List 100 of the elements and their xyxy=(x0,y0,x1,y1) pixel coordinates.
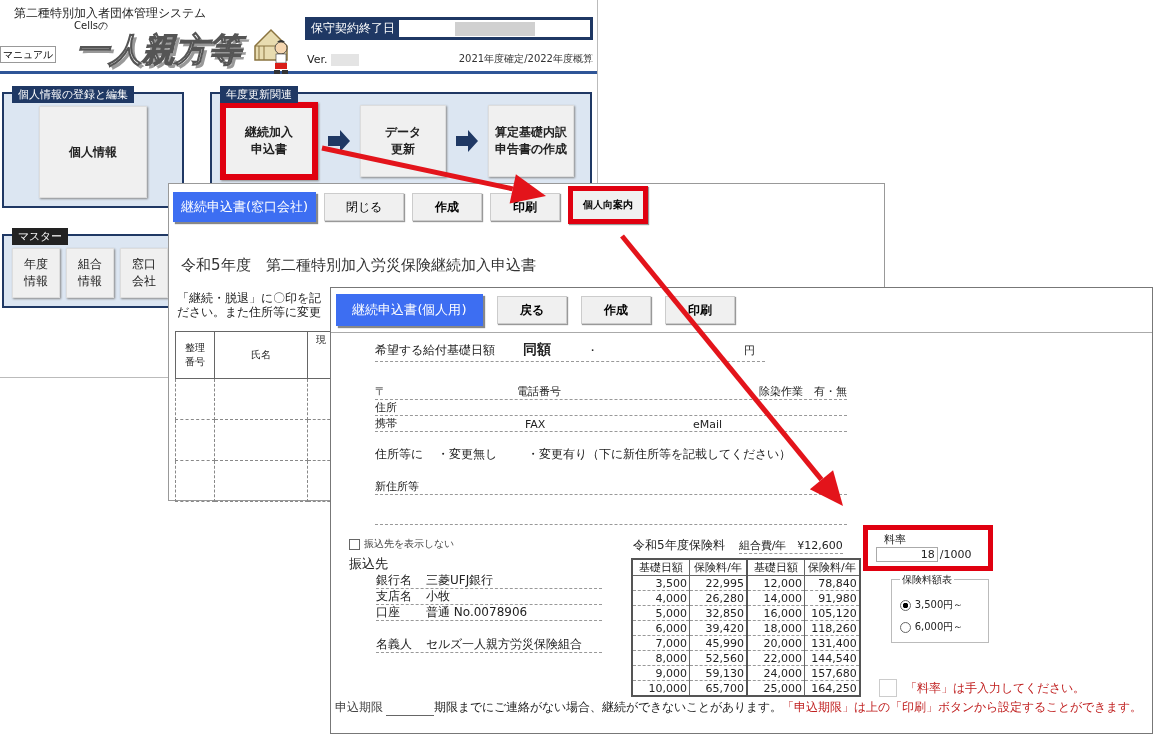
group-title: マスター xyxy=(12,228,68,245)
deadline-note: 期限までにご連絡がない場合、継続ができないことがあります。 xyxy=(434,699,782,716)
table-cell: 3,500 xyxy=(632,575,690,591)
checkbox-label: 振込先を表示しない xyxy=(364,537,454,551)
right-arrow-icon xyxy=(328,130,350,152)
table-cell: 18,000 xyxy=(747,620,805,636)
menu-button[interactable]: 窓口 会社 xyxy=(120,248,168,298)
manual-button[interactable]: マニュアル xyxy=(0,46,56,63)
table-cell: 14,000 xyxy=(747,590,805,606)
table-cell: 59,130 xyxy=(689,665,747,681)
instruction-text: ださい。また住所等に変更 xyxy=(177,305,321,319)
menu-button[interactable]: 算定基礎内訳 申告書の作成 xyxy=(488,105,574,177)
field-label: 名義人 xyxy=(376,637,413,652)
logo-title: 一人親方等 xyxy=(74,31,249,73)
form-label: 携帯 xyxy=(375,416,398,431)
union-fee-text: 組合費/年 ¥12,600 xyxy=(738,538,843,554)
brand-prefix: Cellsの xyxy=(74,20,109,31)
menu-button[interactable]: 継続加入 申込書 xyxy=(220,102,318,180)
table-cell: 164,250 xyxy=(804,680,860,696)
radio-label: 3,500円～ xyxy=(914,598,964,612)
form-label: ・変更無し xyxy=(437,446,498,463)
benefit-label: 希望する給付基礎日額 xyxy=(375,342,495,359)
toolbar-button[interactable]: 印刷 xyxy=(665,296,735,324)
form-label: FAX xyxy=(525,418,547,431)
table-cell: 45,990 xyxy=(689,635,747,651)
radio-button[interactable] xyxy=(899,599,911,611)
blurred-version xyxy=(331,54,360,66)
group-title: 年度更新関連 xyxy=(220,86,298,103)
premium-title: 令和5年度保険料 xyxy=(633,537,725,554)
table-cell: 157,680 xyxy=(804,665,860,681)
field-label: 支店名 xyxy=(376,589,413,604)
window-title: 継続申込書(窓口会社) xyxy=(173,192,317,222)
form-label: 新住所等 xyxy=(375,479,420,494)
rate-note: 「料率」は手入力してください。 xyxy=(904,679,1085,697)
field-value: 普通 No.0078906 xyxy=(426,605,528,620)
form-label: eMail xyxy=(693,418,724,431)
column-header: 基礎日額 xyxy=(632,559,690,576)
field-value: セルズ一人親方労災保険組合 xyxy=(426,637,582,652)
form-label: ・変更有り（下に新住所等を記載してください） xyxy=(527,446,792,463)
field-value: 三菱UFJ銀行 xyxy=(426,573,494,588)
table-cell: 65,700 xyxy=(689,680,747,696)
benefit-value: 同額 xyxy=(523,341,551,359)
table-cell: 20,000 xyxy=(747,635,805,651)
toolbar-button[interactable]: 作成 xyxy=(412,193,483,221)
menu-button[interactable]: 年度 情報 xyxy=(12,248,60,298)
table-cell: 131,400 xyxy=(804,635,860,651)
version-label: Ver. xyxy=(307,53,328,66)
blank-box xyxy=(878,679,897,697)
system-name: 第二種特別加入者団体管理システム xyxy=(14,6,207,20)
table-cell: 25,000 xyxy=(747,680,805,696)
table-cell: 118,260 xyxy=(804,620,860,636)
menu-button[interactable]: データ 更新 xyxy=(360,105,446,177)
table-cell: 9,000 xyxy=(632,665,690,681)
table-cell: 6,000 xyxy=(632,620,690,636)
form-label: 住所等に xyxy=(375,446,424,463)
fiscal-year-note: 2021年度確定/2022年度概算 xyxy=(458,52,593,66)
toolbar-button[interactable]: 作成 xyxy=(581,296,651,324)
table-cell: 22,995 xyxy=(689,575,747,591)
table-cell: 52,560 xyxy=(689,650,747,666)
table-cell: 5,000 xyxy=(632,605,690,621)
table-cell: 91,980 xyxy=(804,590,860,606)
column-header: 保険料/年 xyxy=(804,559,860,576)
table-cell: 105,120 xyxy=(804,605,860,621)
rate-label: 料率 xyxy=(883,532,907,547)
radio-label: 6,000円～ xyxy=(914,620,964,634)
table-cell: 8,000 xyxy=(632,650,690,666)
maintenance-label: 保守契約終了日 xyxy=(311,20,395,37)
checkbox[interactable] xyxy=(349,538,360,550)
table-cell: 26,280 xyxy=(689,590,747,606)
unit-text: 円 xyxy=(744,343,755,358)
separator-text: ・ xyxy=(587,343,598,358)
form-label: 除染作業 有・無 xyxy=(759,384,847,399)
field-value: 小牧 xyxy=(426,589,450,604)
toolbar-button[interactable]: 閉じる xyxy=(324,193,405,221)
menu-button[interactable]: 個人情報 xyxy=(39,106,147,198)
table-cell: 12,000 xyxy=(747,575,805,591)
deadline-warning: 「申込期限」は上の「印刷」ボタンから設定することができます。 xyxy=(782,699,1142,716)
rate-suffix: /1000 xyxy=(939,548,972,561)
table-cell: 16,000 xyxy=(747,605,805,621)
form-label: 〒 xyxy=(375,384,387,399)
table-cell: 78,840 xyxy=(804,575,860,591)
menu-button[interactable]: 組合 情報 xyxy=(66,248,114,298)
group-title: 保険料額表 xyxy=(899,573,954,587)
form-label: 住所 xyxy=(375,400,398,415)
right-arrow-icon xyxy=(456,130,478,152)
section-title: 振込先 xyxy=(349,555,389,573)
toolbar-button[interactable]: 戻る xyxy=(497,296,567,324)
field-label: 銀行名 xyxy=(376,573,413,588)
table-cell: 22,000 xyxy=(747,650,805,666)
toolbar-button[interactable]: 個人向案内 xyxy=(568,186,649,224)
column-header: 保険料/年 xyxy=(689,559,747,576)
window-title: 継続申込書(個人用) xyxy=(336,294,483,326)
column-header: 氏名 xyxy=(214,331,308,379)
table-cell: 39,420 xyxy=(689,620,747,636)
form-heading: 令和5年度 第二種特別加入労災保険継続加入申込書 xyxy=(181,256,537,275)
table-cell: 4,000 xyxy=(632,590,690,606)
rate-input-field[interactable]: 18 xyxy=(875,547,938,562)
table-cell: 10,000 xyxy=(632,680,690,696)
field-label: 口座 xyxy=(376,605,401,620)
column-header: 整理 番号 xyxy=(175,331,215,379)
